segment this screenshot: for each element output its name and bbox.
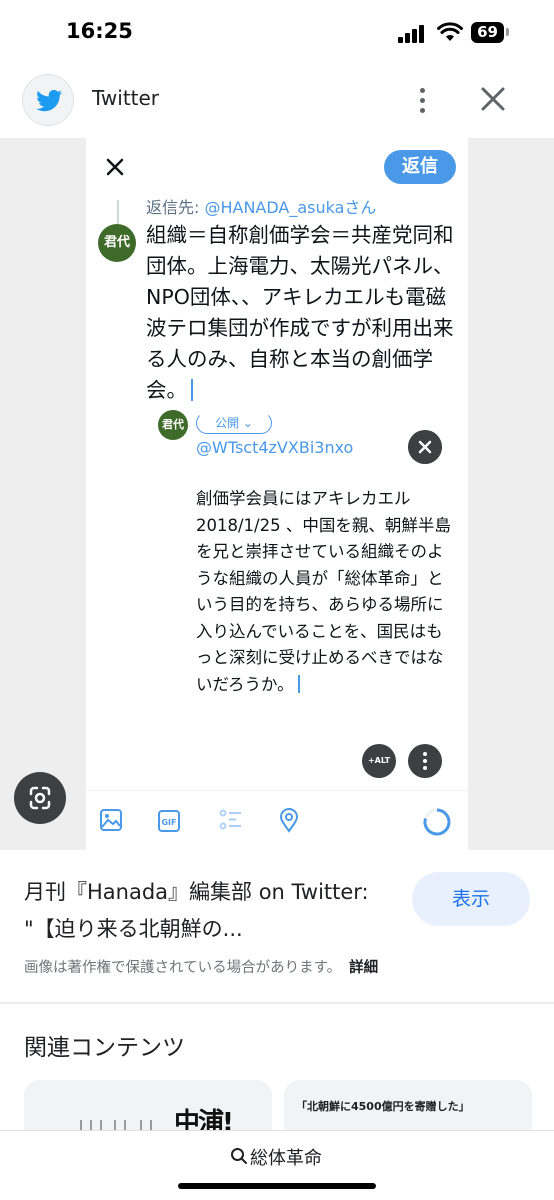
alt-button: +ALT xyxy=(362,744,396,778)
location-icon xyxy=(279,808,299,833)
details-link[interactable]: 詳細 xyxy=(349,960,378,976)
quote-body: 創価学会員にはアキレカエル2018/1/25 、中国を親、朝鮮半島を兄と崇拝させ… xyxy=(196,489,451,694)
reply-to-line: 返信先: @HANADA_asukaさん xyxy=(146,194,376,218)
lens-icon xyxy=(29,786,51,810)
bottom-search-bar[interactable]: 総体革命 xyxy=(0,1130,554,1200)
compose-toolbar: GIF xyxy=(86,790,468,850)
search-query[interactable]: 総体革命 xyxy=(250,1144,322,1170)
poll-icon xyxy=(219,809,241,830)
visit-button[interactable]: 表示 xyxy=(412,872,530,926)
media-more-icon xyxy=(408,744,442,778)
tweet-body: 組織＝自称創価学会＝共産党同和団体。上海電力、太陽光パネル、NPO団体、、アキレ… xyxy=(146,223,454,402)
character-count-ring-icon xyxy=(423,808,451,836)
compose-close-icon xyxy=(106,158,124,176)
divider xyxy=(0,1002,554,1004)
tweet-text: 組織＝自称創価学会＝共産党同和団体。上海電力、太陽光パネル、NPO団体、、アキレ… xyxy=(146,220,460,406)
reply-to-label: 返信先: xyxy=(146,198,205,217)
remove-quote-icon xyxy=(408,430,442,464)
result-title[interactable]: 月刊『Hanada』編集部 on Twitter: "【迫り来る北朝鮮の... xyxy=(24,874,394,948)
battery-icon: 69 xyxy=(471,22,504,43)
quote-text: 創価学会員にはアキレカエル2018/1/25 、中国を親、朝鮮半島を兄と崇拝させ… xyxy=(196,486,458,698)
cellular-signal-icon xyxy=(398,25,428,43)
status-bar: 16:25 69 xyxy=(0,0,554,62)
reply-to-handle: @HANADA_asukaさん xyxy=(204,198,377,217)
quote-caret xyxy=(297,674,300,693)
copyright-text: 画像は著作権で保護されている場合があります。 xyxy=(24,960,342,976)
search-icon xyxy=(231,1148,247,1164)
audience-chip: 公開 ⌄ xyxy=(196,412,272,434)
image-preview[interactable]: 返信 返信先: @HANADA_asukaさん 君代 組織＝自称創価学会＝共産党… xyxy=(0,138,554,850)
battery-tip xyxy=(506,28,509,36)
lens-search-button[interactable] xyxy=(14,772,66,824)
avatar: 君代 xyxy=(98,224,136,262)
twitter-bird-icon[interactable] xyxy=(22,74,74,126)
site-name[interactable]: Twitter xyxy=(92,86,159,110)
close-icon[interactable] xyxy=(472,78,514,120)
quote-avatar: 君代 xyxy=(158,410,188,440)
text-caret xyxy=(191,379,193,401)
status-time: 16:25 xyxy=(66,19,133,43)
tweet-compose-screenshot: 返信 返信先: @HANADA_asukaさん 君代 組織＝自称創価学会＝共産党… xyxy=(86,138,468,850)
reply-button: 返信 xyxy=(384,150,456,184)
card-headline: 「北朝鮮に4500億円を寄贈した」 xyxy=(296,1100,470,1113)
copyright-note: 画像は著作権で保護されている場合があります。 詳細 xyxy=(24,956,378,977)
home-indicator xyxy=(178,1183,376,1189)
quoted-handle: @WTsct4zVXBi3nxo xyxy=(196,438,354,457)
gif-icon: GIF xyxy=(158,810,180,832)
related-heading: 関連コンテンツ xyxy=(24,1035,185,1061)
thread-line xyxy=(117,200,119,224)
wifi-icon xyxy=(437,22,463,41)
more-options-icon[interactable] xyxy=(410,80,434,120)
image-icon xyxy=(100,809,122,831)
viewer-header: Twitter xyxy=(0,62,554,138)
